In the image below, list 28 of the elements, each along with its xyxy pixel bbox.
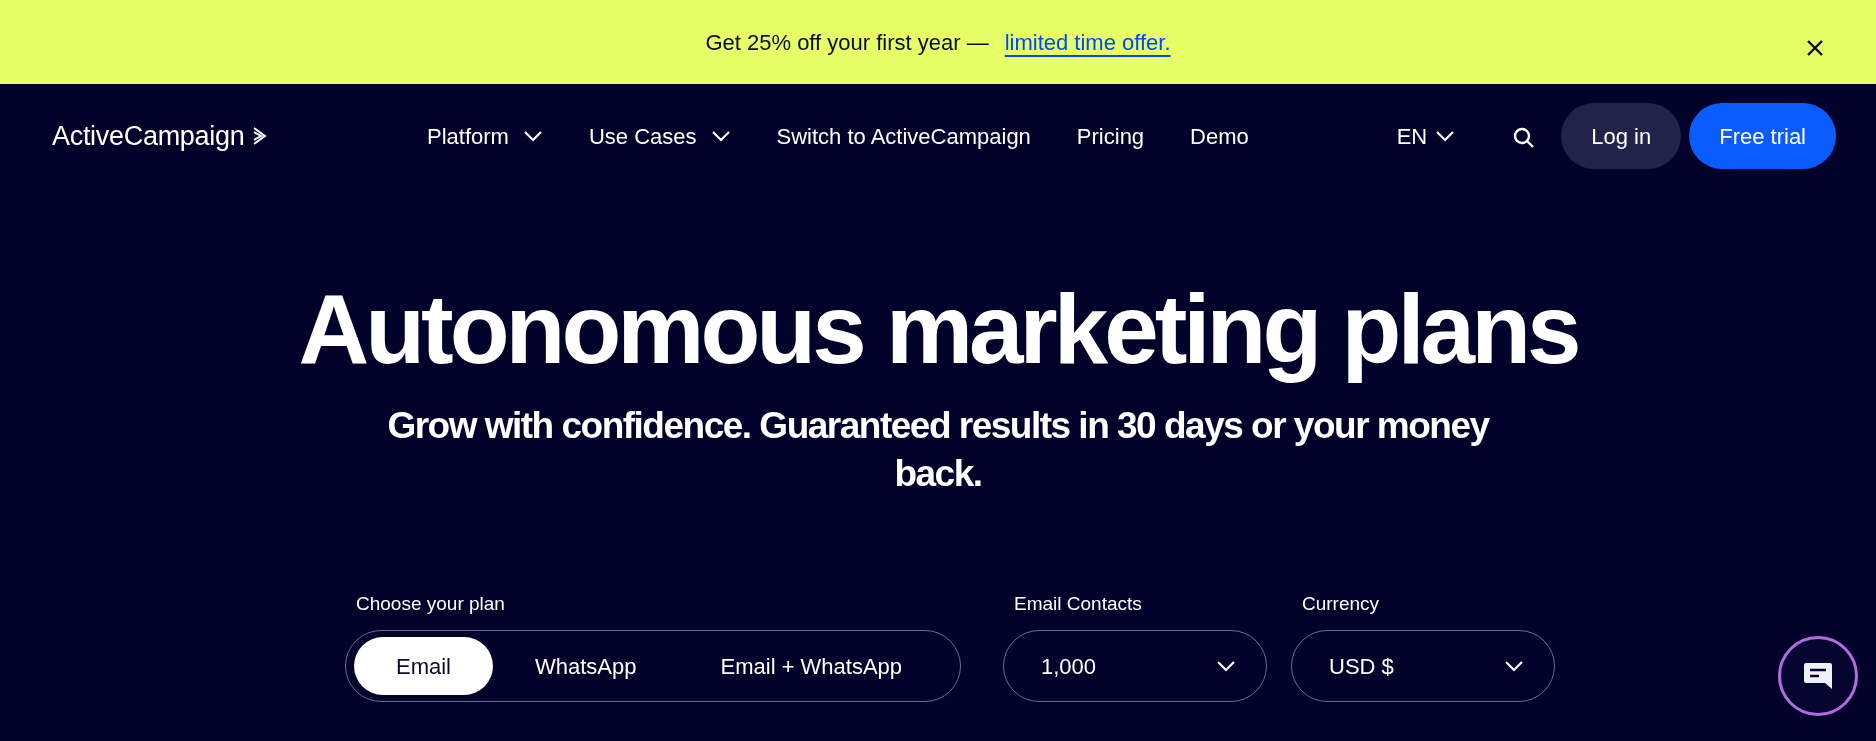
promo-text: Get 25% off your first year — [705,28,989,57]
nav-dropdown[interactable]: Use Cases [588,119,731,153]
plan-tab[interactable]: Email [354,637,493,696]
nav-link[interactable]: Pricing [1076,119,1145,153]
search-icon [1513,126,1536,149]
login-button[interactable]: Log in [1561,103,1682,169]
chevron-down-icon [1435,130,1456,142]
hero-subtitle: Grow with confidence. Guaranteed results in 30 days or your money back. [386,403,1491,496]
language-selector[interactable]: EN [1396,119,1456,153]
nav-link[interactable]: Demo [1190,119,1249,153]
offer-link[interactable]: limited time offer. [1004,25,1171,59]
plan-tab[interactable]: Email + WhatsApp [678,637,945,696]
hero-title: Autonomous marketing plans [297,276,1579,384]
contacts-label: Email Contacts [1013,592,1143,616]
chevron-down-icon [710,130,731,142]
chevron-down-icon [1504,660,1524,673]
nav-dropdown[interactable]: Platform [427,119,543,153]
chevron-down-icon [522,130,543,142]
chat-icon [1803,662,1833,690]
nav-link[interactable]: Switch to ActiveCampaign [776,119,1031,153]
free-trial-button[interactable]: Free trial [1689,103,1836,169]
logo[interactable]: ActiveCampaign [52,115,245,157]
chevron-down-icon [1216,660,1236,673]
chevron-logo-icon [252,126,269,146]
plan-label: Choose your plan [355,592,506,616]
plan-tab[interactable]: WhatsApp [493,637,679,696]
close-icon [1806,39,1824,58]
currency-label: Currency [1301,592,1381,616]
